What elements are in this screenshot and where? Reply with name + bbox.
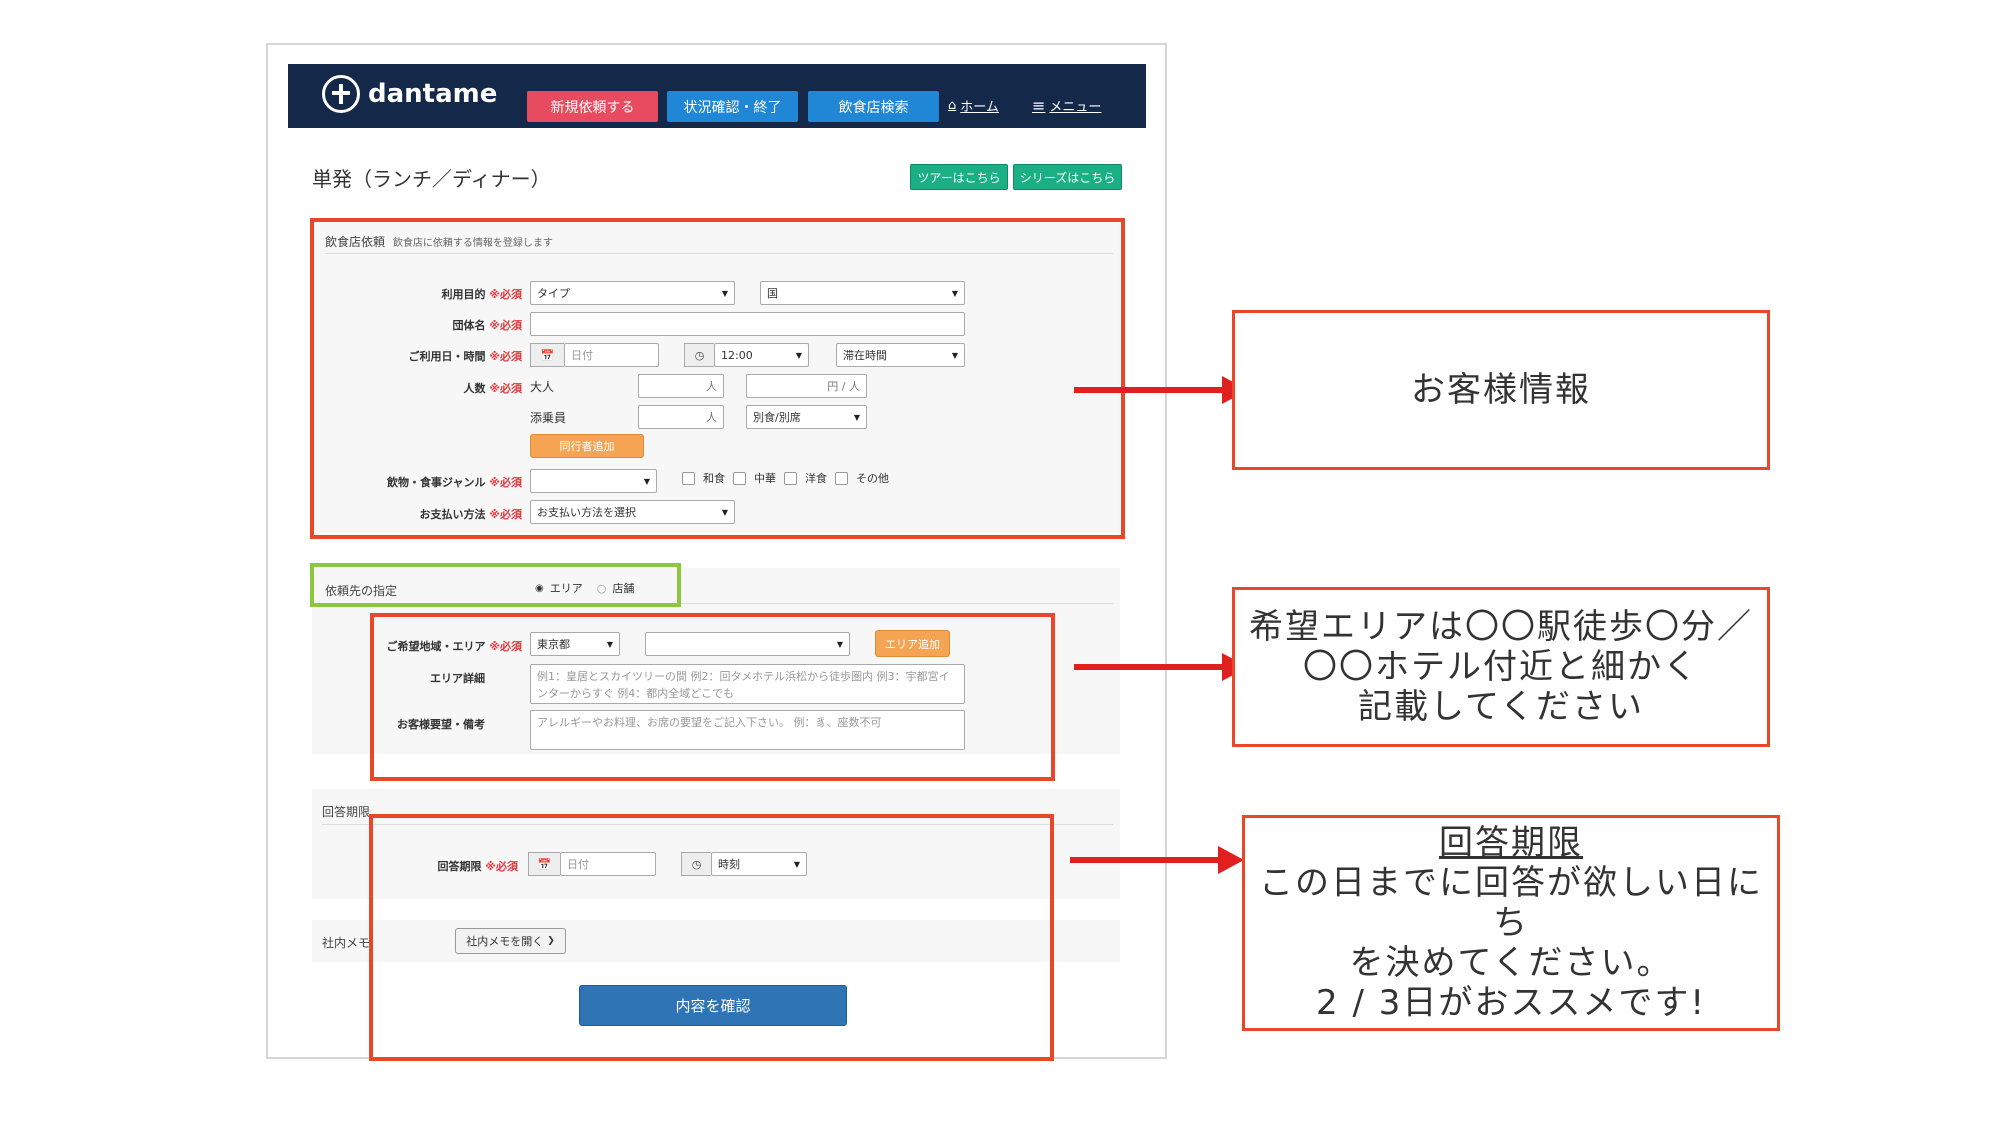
callout-deadline: 回答期限 この日までに回答が欲しい日にち を決めてください。 2 / 3日がおス…	[1242, 815, 1780, 1031]
nav-home-link[interactable]: ⌂ ホーム	[948, 96, 999, 115]
highlight-customer-info	[310, 218, 1125, 539]
callout-text: 2 / 3日がおススメです!	[1316, 983, 1706, 1023]
nav-menu-link[interactable]: ≡ メニュー	[1032, 96, 1101, 115]
arrow-area	[1074, 664, 1224, 670]
highlight-destination-type	[310, 563, 681, 607]
arrow-customer-info	[1074, 387, 1224, 393]
deadline-heading: 回答期限	[322, 805, 371, 819]
highlight-area	[370, 613, 1055, 781]
callout-text: 〇〇ホテル付近と細かく	[1303, 647, 1699, 687]
series-button[interactable]: シリーズはこちら	[1013, 164, 1122, 190]
tour-button[interactable]: ツアーはこちら	[910, 164, 1008, 190]
menu-icon: ≡	[1032, 96, 1046, 115]
callout-text: 希望エリアは〇〇駅徒歩〇分／	[1249, 607, 1753, 647]
callout-text: 記載してください	[1358, 687, 1644, 727]
new-request-button[interactable]: 新規依頼する	[527, 91, 658, 122]
arrow-head-icon	[1218, 846, 1244, 874]
callout-text: この日までに回答が欲しい日にち	[1259, 863, 1763, 943]
restaurant-search-button[interactable]: 飲食店検索	[808, 91, 939, 122]
brand-name: dantame	[368, 79, 498, 109]
callout-text: を決めてください。	[1349, 943, 1673, 983]
callout-customer-info: お客様情報	[1232, 310, 1770, 470]
callout-area: 希望エリアは〇〇駅徒歩〇分／ 〇〇ホテル付近と細かく 記載してください	[1232, 587, 1770, 747]
arrow-deadline	[1070, 857, 1220, 863]
page-title: 単発（ランチ／ディナー）	[312, 167, 551, 191]
menu-link-label: メニュー	[1049, 100, 1102, 115]
logo-icon	[322, 75, 360, 113]
home-link-label: ホーム	[960, 100, 999, 115]
brand-logo[interactable]: dantame	[322, 75, 497, 113]
internal-memo-heading: 社内メモ	[322, 936, 371, 950]
status-check-button[interactable]: 状況確認・終了	[667, 91, 798, 122]
highlight-deadline	[369, 814, 1054, 1061]
home-icon: ⌂	[948, 98, 957, 113]
callout-title: 回答期限	[1439, 823, 1583, 863]
callout-text: お客様情報	[1411, 370, 1591, 410]
